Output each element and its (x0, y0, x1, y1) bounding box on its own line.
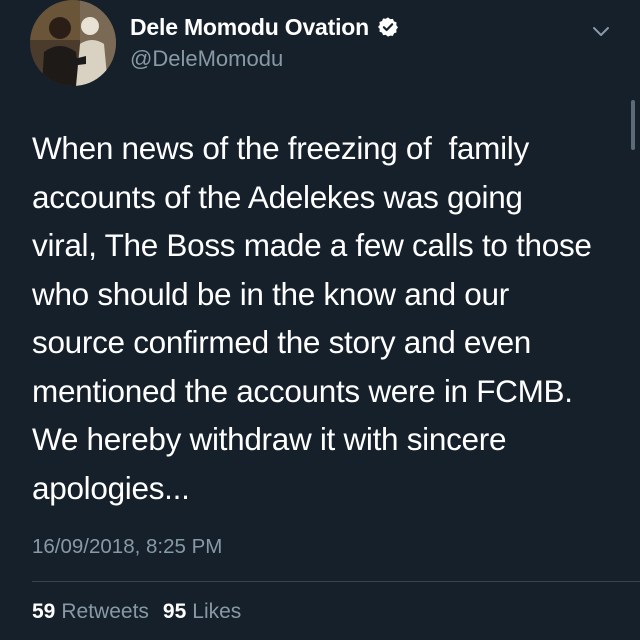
retweets-stat[interactable]: 59 Retweets (32, 600, 149, 624)
retweets-count: 59 (32, 600, 56, 623)
tweet-timestamp[interactable]: 16/09/2018, 8:25 PM (32, 535, 222, 559)
tweet-card: Dele Momodu Ovation @DeleMomodu When new… (0, 0, 640, 640)
retweets-label: Retweets (61, 600, 149, 623)
scrollbar[interactable] (631, 100, 635, 150)
avatar[interactable] (30, 0, 116, 86)
display-name-row: Dele Momodu Ovation (130, 10, 399, 44)
tweet-text: When news of the freezing of family acco… (32, 130, 592, 506)
chevron-down-icon[interactable] (590, 20, 612, 42)
likes-count: 95 (162, 600, 187, 623)
avatar-photo (30, 0, 116, 86)
display-name[interactable]: Dele Momodu Ovation (130, 14, 369, 41)
likes-stat[interactable]: 95 Likes (163, 600, 241, 624)
tweet-stats: 59 Retweets 95 Likes (32, 600, 241, 624)
verified-badge-icon (377, 16, 399, 38)
divider (32, 581, 640, 582)
user-handle[interactable]: @DeleMomodu (130, 46, 283, 72)
likes-label: Likes (192, 600, 242, 623)
